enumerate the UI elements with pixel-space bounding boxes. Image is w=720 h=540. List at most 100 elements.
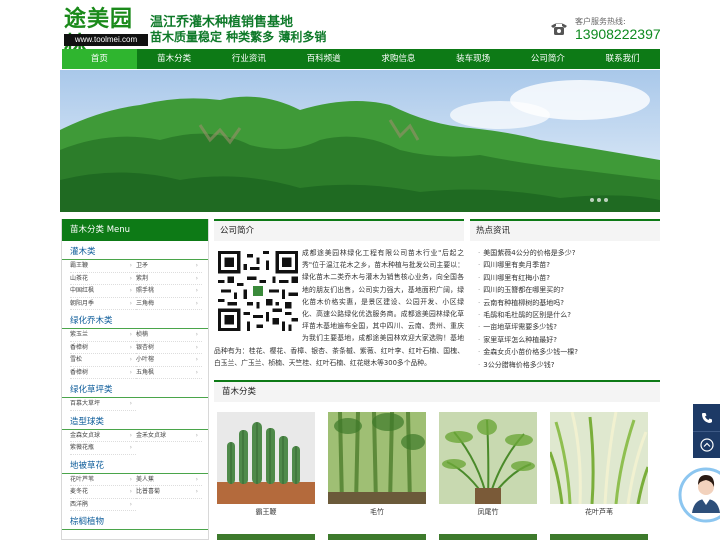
phone-icon — [701, 412, 712, 423]
product-name[interactable]: 花叶芦苇 — [550, 504, 648, 520]
category-item[interactable]: 朝阳月季 — [70, 298, 136, 310]
news-title: 热点资讯 — [470, 219, 660, 241]
logo-url: www.toolmei.com — [64, 34, 148, 46]
category-item[interactable]: 香樟树 — [70, 367, 136, 379]
category-item[interactable]: 小叶榕 — [136, 354, 202, 367]
news-item[interactable]: 一亩地草坪需要多少钱? — [478, 321, 660, 333]
sidebar-title: 苗木分类 Menu — [62, 219, 208, 241]
variegated-reed-image — [550, 412, 648, 504]
news-item[interactable]: 金森女贞小苗价格多少钱一棵? — [478, 346, 660, 358]
phoenix-bamboo-image — [439, 412, 537, 504]
news-item[interactable]: 毛鹃和毛杜鹃的区别是什么? — [478, 309, 660, 321]
site-header: 途美园林 www.toolmei.com 温江乔灌木种植销售基地 苗木质量稳定 … — [0, 0, 720, 58]
float-phone-button[interactable] — [693, 404, 720, 431]
product-card[interactable]: 霸王鞭 — [217, 412, 315, 520]
hotline-number[interactable]: 13908222397 — [575, 26, 661, 42]
floating-toolbar — [693, 404, 720, 458]
category-sidebar: 苗木分类 Menu 灌木类 霸王鞭 卫矛 山茶花 紫荆 中国红枫 照手桃 朝阳月… — [61, 219, 209, 540]
mountain-image — [60, 70, 660, 212]
category-item[interactable]: 金禾女贞球 — [136, 430, 202, 442]
product-card[interactable]: 花叶芦苇 — [550, 412, 648, 520]
products-section: 苗木分类 霸王鞭 毛竹 凤尾竹 花叶芦苇 — [214, 380, 660, 540]
nav-item-purchase[interactable]: 求购信息 — [361, 49, 436, 69]
product-card[interactable]: 凤尾竹 — [439, 412, 537, 520]
category-item[interactable]: 桢楠 — [136, 329, 202, 342]
nav-item-categories[interactable]: 苗木分类 — [137, 49, 212, 69]
category-item[interactable]: 霸王鞭 — [70, 260, 136, 273]
category-item[interactable]: 美人蕉 — [136, 474, 202, 486]
category-topiary[interactable]: 造型球类 — [62, 414, 208, 430]
category-item[interactable]: 紫荆 — [136, 273, 202, 285]
category-item[interactable]: 西洋鹃 — [70, 499, 136, 511]
news-item[interactable]: 四川哪里有卖月季苗? — [478, 259, 660, 271]
qr-code-icon — [218, 251, 298, 331]
product-name[interactable]: 凤尾竹 — [439, 504, 537, 520]
category-items: 花叶芦苇 美人蕉 麦冬花 比普喜菊 西洋鹃 — [62, 474, 208, 511]
news-item[interactable]: 云南有种植柳树的基地吗? — [478, 297, 660, 309]
category-item[interactable]: 山茶花 — [70, 273, 136, 285]
cactus-image — [217, 412, 315, 504]
about-section: 公司简介 成都途美园林绿化工程有限公司苗木行业"后起之秀"位于温江花木之乡，苗木… — [214, 219, 464, 375]
banner-pager — [590, 198, 608, 202]
category-item[interactable]: 三角梅 — [136, 298, 202, 310]
category-items: 百慕大草坪 — [62, 398, 208, 411]
customer-service-avatar[interactable] — [678, 467, 720, 523]
category-item[interactable]: 紫玉兰 — [70, 329, 136, 342]
category-item[interactable]: 麦冬花 — [70, 486, 136, 499]
news-item[interactable]: 家里草坪怎么种植最好? — [478, 334, 660, 346]
bamboo-image — [328, 412, 426, 504]
product-thumb[interactable] — [217, 534, 315, 540]
product-name[interactable]: 毛竹 — [328, 504, 426, 520]
slogan-line2: 苗木质量稳定 种类繁多 薄利多销 — [150, 30, 327, 44]
chevron-up-icon — [699, 438, 714, 452]
news-item[interactable]: 四川的玉簪都在哪里买的? — [478, 284, 660, 296]
news-list: 美国紫薇4公分的价格是多少? 四川哪里有卖月季苗? 四川哪里有红梅小苗? 四川的… — [470, 241, 660, 371]
product-thumb[interactable] — [328, 534, 426, 540]
category-trees[interactable]: 绿化乔木类 — [62, 313, 208, 329]
category-item[interactable]: 五角枫 — [136, 367, 202, 379]
category-groundcover[interactable]: 地被草花 — [62, 458, 208, 474]
category-items: 金森女贞球 金禾女贞球 紫薇花瓶 — [62, 430, 208, 455]
news-item[interactable]: 美国紫薇4公分的价格是多少? — [478, 247, 660, 259]
news-item[interactable]: 3公分腊梅价格多少钱? — [478, 359, 660, 371]
product-grid: 霸王鞭 毛竹 凤尾竹 花叶芦苇 — [214, 412, 648, 520]
site-logo[interactable]: 途美园林 www.toolmei.com — [64, 6, 148, 58]
category-item[interactable]: 比普喜菊 — [136, 486, 202, 499]
nav-item-home[interactable]: 首页 — [62, 49, 137, 69]
nav-item-industry-news[interactable]: 行业资讯 — [212, 49, 287, 69]
float-top-button[interactable] — [693, 431, 720, 458]
category-shrubs[interactable]: 灌木类 — [62, 244, 208, 260]
category-item[interactable]: 紫薇花瓶 — [70, 442, 136, 455]
phone-icon — [551, 23, 567, 35]
category-palms[interactable]: 棕榈植物 — [62, 514, 208, 530]
product-thumb[interactable] — [439, 534, 537, 540]
product-card[interactable]: 毛竹 — [328, 412, 426, 520]
category-items: 紫玉兰 桢楠 香樟树 银杏树 雪松 小叶榕 香樟树 五角枫 — [62, 329, 208, 379]
category-item[interactable]: 百慕大草坪 — [70, 398, 136, 411]
category-item[interactable]: 照手桃 — [136, 285, 202, 298]
category-item[interactable]: 香樟树 — [70, 342, 136, 354]
main-nav: 首页 苗木分类 行业资讯 百科频道 求购信息 装车现场 公司简介 联系我们 — [62, 49, 660, 69]
category-item[interactable]: 金森女贞球 — [70, 430, 136, 442]
category-item[interactable]: 花叶芦苇 — [70, 474, 136, 486]
category-item[interactable]: 中国红枫 — [70, 285, 136, 298]
banner-dot[interactable] — [597, 198, 601, 202]
nav-item-encyclopedia[interactable]: 百科频道 — [286, 49, 361, 69]
hot-news-section: 热点资讯 美国紫薇4公分的价格是多少? 四川哪里有卖月季苗? 四川哪里有红梅小苗… — [470, 219, 660, 375]
about-title: 公司简介 — [214, 219, 464, 241]
category-items: 霸王鞭 卫矛 山茶花 紫荆 中国红枫 照手桃 朝阳月季 三角梅 — [62, 260, 208, 310]
nav-item-loading-site[interactable]: 装车现场 — [436, 49, 511, 69]
category-lawn[interactable]: 绿化草坪类 — [62, 382, 208, 398]
hero-banner[interactable] — [60, 70, 660, 212]
product-name[interactable]: 霸王鞭 — [217, 504, 315, 520]
category-item[interactable]: 银杏树 — [136, 342, 202, 354]
news-item[interactable]: 四川哪里有红梅小苗? — [478, 272, 660, 284]
products-title: 苗木分类 — [214, 380, 660, 402]
banner-dot[interactable] — [604, 198, 608, 202]
banner-dot[interactable] — [590, 198, 594, 202]
nav-item-contact[interactable]: 联系我们 — [585, 49, 660, 69]
category-item[interactable]: 卫矛 — [136, 260, 202, 273]
nav-item-about[interactable]: 公司简介 — [511, 49, 586, 69]
category-item[interactable]: 雪松 — [70, 354, 136, 367]
product-thumb[interactable] — [550, 534, 648, 540]
